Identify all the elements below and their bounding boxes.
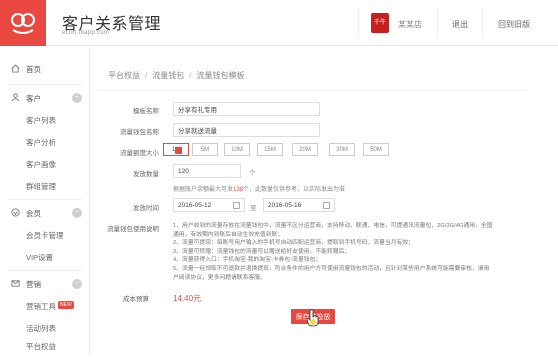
size-label: 流量额度大小 (120, 150, 159, 157)
date-range-to: 至 (250, 205, 257, 212)
sidebar-item-label: VIP设置 (26, 252, 54, 262)
selected-flag-icon (175, 147, 182, 154)
collapse-toggle-icon[interactable]: − (72, 208, 82, 218)
sidebar-item-customer-profile[interactable]: 客户画像 (0, 153, 90, 175)
sidebar-item-label: 会员卡管理 (26, 230, 64, 240)
app-logo[interactable] (0, 0, 46, 46)
sidebar-item-label: 首页 (26, 64, 41, 74)
breadcrumb-item[interactable]: 平台权益 (108, 71, 140, 80)
sidebar-item-label: 群组管理 (26, 181, 56, 191)
breadcrumb-divider (98, 90, 526, 91)
sidebar-item-label: 客户画像 (26, 159, 56, 169)
header-divider (482, 8, 483, 38)
size-option-50m[interactable]: 50M (363, 143, 389, 156)
count-label: 发放数量 (133, 171, 159, 178)
logout-link[interactable]: 退出 (452, 19, 468, 30)
brand-subtitle: ecrm.fbapp.com (62, 30, 110, 36)
note-line: 5、流量一经领取不可退款并退换提现，符合条件的用户方可使用流量钱包的活动，且针对… (173, 265, 490, 281)
new-badge: NEW (58, 301, 74, 309)
shop-avatar[interactable]: 千牛 (371, 13, 389, 33)
breadcrumb: 平台权益 / 流量钱包 / 流量钱包模板 (108, 71, 245, 80)
marketing-icon (11, 280, 20, 287)
breadcrumb-item[interactable]: 流量钱包 (152, 71, 184, 80)
sidebar-item-group-manage[interactable]: 群组管理 (0, 175, 90, 197)
breadcrumb-current: 流量钱包模板 (196, 71, 245, 80)
sidebar-item-customer-analysis[interactable]: 客户分析 (0, 131, 90, 153)
hint-text: 根据账户余额最大可发 (173, 187, 234, 193)
home-icon (11, 64, 20, 73)
sidebar-divider (8, 199, 82, 200)
hand-cursor-icon (306, 309, 319, 327)
end-date-input[interactable]: 2016-05-16 (263, 198, 335, 212)
start-date-value: 2016-05-12 (178, 201, 212, 209)
size-option-10m[interactable]: 10M (224, 143, 250, 156)
note-line: 2、流量可提现：每账号用户输入的手机号自动匹配运营商，提取到手机号码，流量当月有… (173, 240, 414, 247)
sidebar: 首页 客户 − 客户列表 客户分析 客户画像 群组管理 会员 − 会员卡管理 V… (0, 47, 90, 355)
cost-label: 成本预算 (123, 296, 149, 303)
template-name-input[interactable]: 分享有礼专用 (173, 102, 320, 116)
user-icon (11, 93, 20, 102)
package-name-input[interactable]: 分享就送流量 (173, 123, 320, 137)
size-option-30m[interactable]: 30M (329, 143, 355, 156)
end-date-value: 2016-05-16 (268, 201, 302, 209)
old-version-link[interactable]: 回到旧版 (498, 19, 530, 30)
calendar-icon (323, 202, 330, 209)
cost-value: 14.40元 (173, 294, 202, 303)
sidebar-divider (8, 84, 82, 85)
sidebar-item-customer-list[interactable]: 客户列表 (0, 109, 90, 131)
sidebar-item-label: 平台权益 (26, 341, 56, 351)
sidebar-item-label: 活动列表 (26, 323, 56, 333)
crm-logo-icon (11, 13, 35, 34)
sidebar-item-platform-rights[interactable]: 平台权益 (0, 335, 90, 357)
hint-text: 个，此数量仅供参考，以实际发出为准 (243, 187, 346, 193)
sidebar-item-marketing-tools[interactable]: 营销工具 NEW (0, 295, 90, 317)
sidebar-item-label: 客户分析 (26, 137, 56, 147)
sidebar-group-marketing[interactable]: 营销 − (0, 273, 90, 295)
sidebar-group-label: 客户 (26, 93, 41, 103)
note-line: 1、用户收到的流量存放在流量钱包中，流量不区分运营商，支持移动、联通、电信，可提… (173, 223, 493, 238)
size-option-15m[interactable]: 15M (257, 143, 283, 156)
sidebar-item-home[interactable]: 首页 (0, 58, 90, 80)
sidebar-divider (8, 270, 82, 271)
calendar-icon (233, 202, 240, 209)
sidebar-item-label: 营销工具 (26, 301, 56, 311)
sidebar-group-label: 会员 (26, 208, 41, 218)
sidebar-item-vip-settings[interactable]: VIP设置 (0, 246, 90, 268)
collapse-toggle-icon[interactable]: − (72, 279, 82, 289)
sidebar-group-label: 营销 (26, 279, 41, 289)
note-line: 3、流量可转赠：流量钱包的流量可以赠送给好友使用，不能转赠后； (173, 248, 351, 255)
notes-label: 流量钱包使用说明 (107, 226, 159, 233)
size-option-5m[interactable]: 5M (192, 143, 218, 156)
hint-max-value: 138 (233, 187, 244, 193)
size-option-20m[interactable]: 20M (292, 143, 318, 156)
sidebar-item-label: 客户列表 (26, 115, 56, 125)
count-unit: 个 (249, 170, 256, 177)
time-label: 发放时间 (133, 205, 159, 212)
start-date-input[interactable]: 2016-05-12 (173, 198, 245, 212)
shop-name[interactable]: 某某店 (398, 19, 422, 30)
usage-notes: 1、用户收到的流量存放在流量钱包中，流量不区分运营商，支持移动、联通、电信，可提… (173, 222, 493, 282)
vip-icon (11, 208, 20, 217)
template-name-label: 模板名称 (133, 108, 159, 115)
sidebar-group-member[interactable]: 会员 − (0, 202, 90, 224)
header-divider (358, 8, 359, 38)
sidebar-group-customer[interactable]: 客户 − (0, 87, 90, 109)
sidebar-item-member-card[interactable]: 会员卡管理 (0, 224, 90, 246)
count-hint: 根据账户余额最大可发138个，此数量仅供参考，以实际发出为准 (173, 184, 345, 193)
package-name-label: 流量钱包名称 (120, 129, 159, 136)
header-divider (437, 8, 438, 38)
count-input[interactable]: 120 (173, 164, 241, 178)
note-line: 4、流量获得入口：手机淘宝-我的淘宝-卡券包-流量钱包； (173, 257, 322, 264)
collapse-toggle-icon[interactable]: − (72, 93, 82, 103)
top-header: 客户关系管理 ecrm.fbapp.com 千牛 某某店 退出 回到旧版 (0, 0, 558, 46)
